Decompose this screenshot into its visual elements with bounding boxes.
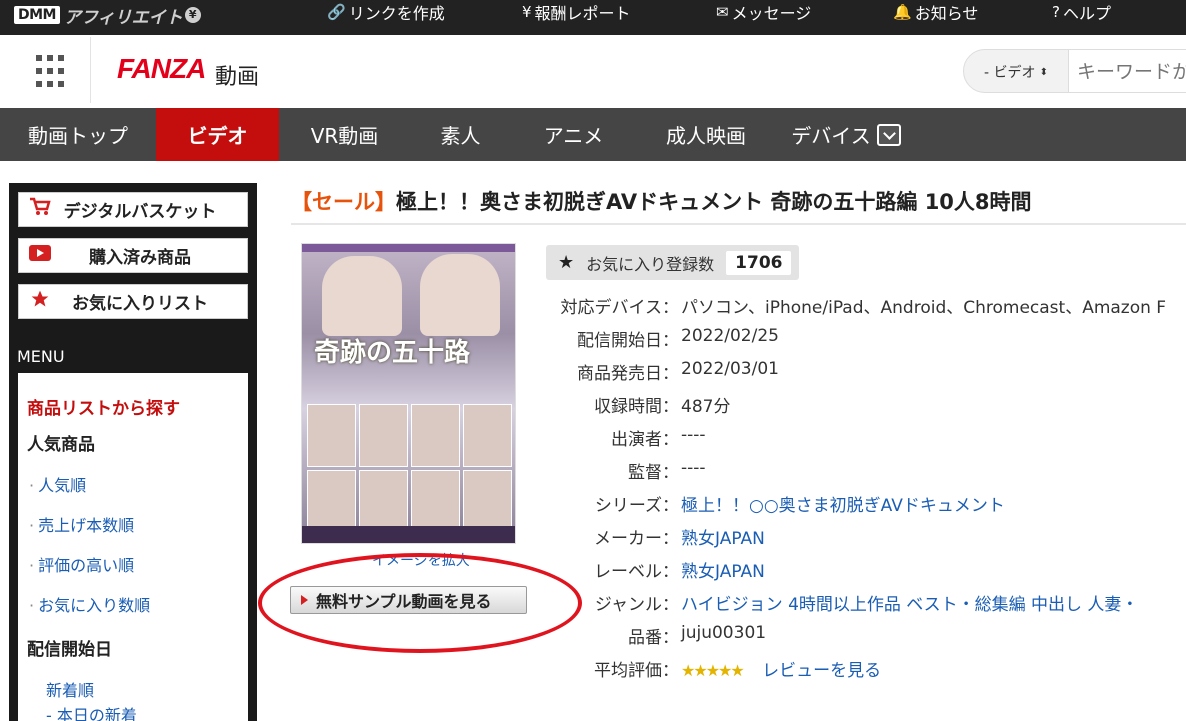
detail-value: 2022/02/25 [681,326,779,346]
detail-value: ---- [681,458,706,478]
detail-row-sale-date: 商品発売日： 2022/03/01 [0,359,1186,384]
chevron-down-icon[interactable] [876,123,901,146]
detail-key: 対応デバイス： [560,298,680,318]
series-link[interactable]: 極上！！○○奥さま初脱ぎAVドキュメント [681,491,1005,516]
topnav-notices[interactable]: 🔔 お知らせ [893,0,978,24]
section-title[interactable]: 動画 [215,59,259,91]
detail-value: juju00301 [681,623,767,643]
favorite-label: お気に入り登録数 [586,254,715,274]
detail-key: 配信開始日： [577,331,679,351]
cover-band [302,244,515,252]
nav-device[interactable]: デバイス [776,108,916,161]
detail-key: メーカー： [594,529,679,549]
detail-row-release: 配信開始日： 2022/02/25 [0,326,1186,351]
title-divider [291,223,1186,225]
apps-grid-icon[interactable] [36,55,70,89]
detail-key: 商品発売日： [577,364,679,384]
yen-icon: ¥ [522,3,532,21]
search-category-select[interactable]: - ビデオ ⬍ [964,50,1068,92]
digital-basket-button[interactable]: デジタルバスケット [18,192,248,227]
detail-row-rating: 平均評価： ★★★★★ レビューを見る [0,656,1186,681]
rating-stars-icon: ★★★★★ [681,661,745,680]
cart-icon [29,197,51,222]
label-link[interactable]: 熟女JAPAN [681,557,765,582]
topnav-reward-report[interactable]: ¥ 報酬レポート [522,0,631,24]
favorite-count-badge[interactable]: ★ お気に入り登録数 1706 [546,245,800,280]
nav-douga-top[interactable]: 動画トップ [0,108,156,161]
link-icon: 🔗 [327,3,346,21]
nav-amateur[interactable]: 素人 [410,108,511,161]
product-title-text: 極上！！奥さま初脱ぎAVドキュメント 奇跡の五十路編 10人8時間 [396,190,1032,214]
fanza-logo[interactable]: FANZA [117,53,206,85]
topnav-label: リンクを作成 [348,4,445,23]
detail-row-director: 監督： ---- [0,458,1186,483]
nav-video[interactable]: ビデオ [156,108,279,161]
detail-value: 487分 [681,397,731,417]
detail-row-label: レーベル： 熟女JAPAN [0,557,1186,582]
yen-badge-icon: ¥ [184,7,201,23]
detail-row-device: 対応デバイス： パソコン、iPhone/iPad、Android、Chromeca… [0,293,1186,318]
select-arrows-icon: ⬍ [1039,66,1048,78]
mail-icon: ✉ [716,3,729,21]
search-input[interactable] [1068,50,1186,92]
detail-key: 平均評価： [594,661,679,681]
review-link[interactable]: レビューを見る [762,661,881,681]
purchased-items-button[interactable]: 購入済み商品 [18,238,248,273]
topnav-label: メッセージ [731,4,812,23]
sale-tag: 【セール】 [291,190,396,214]
nav-vr[interactable]: VR動画 [279,108,410,161]
search-box: - ビデオ ⬍ [963,49,1186,93]
topnav-create-link[interactable]: 🔗 リンクを作成 [327,0,445,24]
play-icon [29,245,51,266]
site-header: FANZA 動画 - ビデオ ⬍ [0,35,1186,108]
detail-value: 2022/03/01 [681,359,779,379]
logo-text: アフィリエイト [63,7,183,28]
help-icon: ? [1052,3,1060,21]
topnav-help[interactable]: ? ヘルプ [1052,0,1111,24]
main-nav: 動画トップ ビデオ VR動画 素人 アニメ 成人映画 デバイス [0,108,1186,161]
logo-dmm: DMM [14,6,60,24]
detail-key: シリーズ： [594,496,679,516]
topnav-label: 報酬レポート [534,4,631,23]
dmm-affiliate-logo[interactable]: DMM アフィリエイト ¥ [14,2,201,28]
product-title: 【セール】極上！！奥さま初脱ぎAVドキュメント 奇跡の五十路編 10人8時間 [291,186,1032,216]
top-bar: DMM アフィリエイト ¥ 🔗 リンクを作成 ¥ 報酬レポート ✉ メッセージ 🔔 お知… [0,0,1186,35]
nav-anime[interactable]: アニメ [511,108,636,161]
detail-row-series: シリーズ： 極上！！○○奥さま初脱ぎAVドキュメント [0,491,1186,516]
menu-link-today[interactable]: - 本日の新着 [46,702,137,721]
detail-row-duration: 収録時間： 487分 [0,392,1186,417]
detail-value: ---- [681,425,706,445]
genre-links[interactable]: ハイビジョン 4時間以上作品 ベスト・総集編 中出し 人妻・ [681,590,1138,615]
search-select-label: - ビデオ [984,65,1036,81]
menu-link-newest[interactable]: 新着順 [46,677,94,701]
favorite-count: 1706 [726,250,792,275]
detail-row-maker: メーカー： 熟女JAPAN [0,524,1186,549]
detail-key: ジャンル： [594,595,679,615]
detail-key: レーベル： [594,562,679,582]
bell-icon: 🔔 [893,3,912,21]
detail-row-performer: 出演者： ---- [0,425,1186,450]
nav-adult-film[interactable]: 成人映画 [636,108,776,161]
detail-key: 収録時間： [594,397,679,417]
button-label: デジタルバスケット [63,202,217,222]
header-divider [90,37,91,103]
topnav-messages[interactable]: ✉ メッセージ [716,0,811,24]
topnav-label: お知らせ [914,4,979,23]
detail-row-genre: ジャンル： ハイビジョン 4時間以上作品 ベスト・総集編 中出し 人妻・ [0,590,1186,615]
topnav-label: ヘルプ [1062,4,1111,23]
star-icon: ★ [558,252,575,273]
detail-row-product-code: 品番： juju00301 [0,623,1186,648]
rating-value: ★★★★★ レビューを見る [681,656,881,681]
detail-key: 出演者： [611,430,679,450]
button-label: 購入済み商品 [89,248,191,268]
detail-key: 監督： [628,463,679,483]
nav-device-label: デバイス [791,124,871,148]
detail-value: パソコン、iPhone/iPad、Android、Chromecast、Amaz… [681,298,1167,318]
maker-link[interactable]: 熟女JAPAN [681,524,765,549]
detail-key: 品番： [628,628,679,648]
